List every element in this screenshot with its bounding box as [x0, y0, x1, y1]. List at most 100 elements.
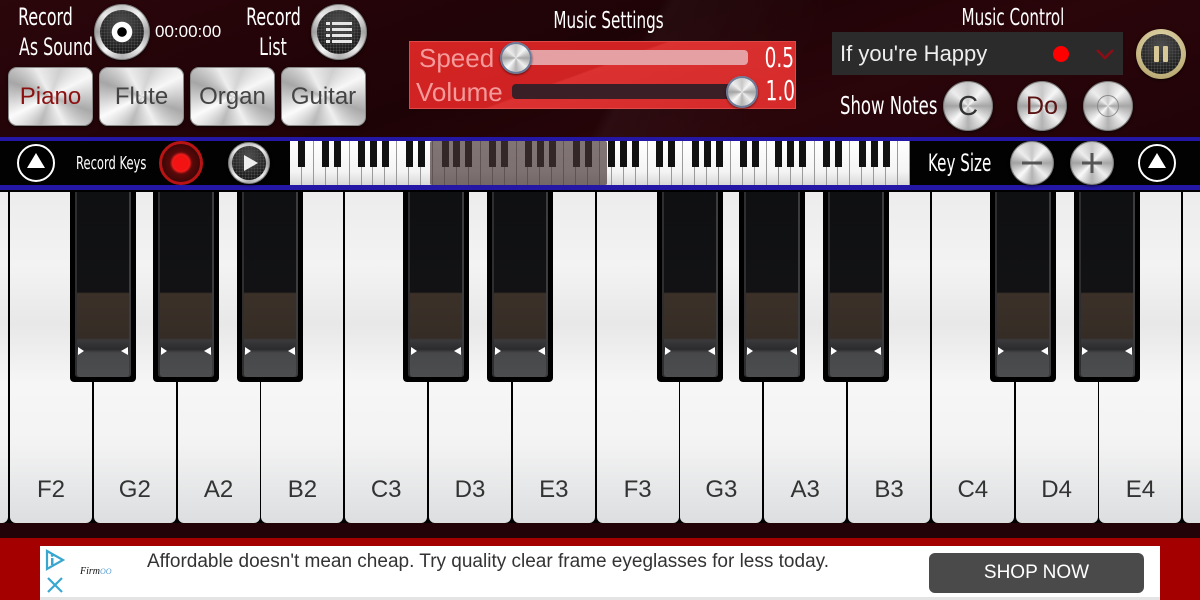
black-key[interactable] [739, 192, 806, 382]
mini-black-key [608, 141, 616, 167]
key-label: F2 [36, 476, 65, 503]
mini-black-key [739, 141, 747, 167]
record-icon [111, 21, 133, 43]
white-key[interactable] [0, 192, 9, 523]
instrument-flute-button[interactable]: Flute [99, 67, 184, 126]
key-label: A2 [203, 476, 234, 503]
key-label: A3 [790, 476, 820, 503]
instrument-piano-button[interactable]: Piano [8, 67, 93, 126]
show-notes-none-button[interactable] [1083, 81, 1133, 131]
black-key-face [828, 192, 885, 377]
mini-black-key [405, 141, 413, 167]
mini-black-key [322, 141, 330, 167]
music-settings-title: Music Settings [553, 8, 665, 34]
mini-black-key [787, 141, 795, 167]
minus-icon [1022, 161, 1042, 165]
collapse-up-button-right[interactable] [1138, 144, 1176, 182]
speed-slider-track[interactable] [512, 50, 748, 65]
key-label: G3 [705, 476, 738, 503]
volume-slider-track[interactable] [512, 84, 748, 99]
mini-black-key [620, 141, 628, 167]
mini-black-key [691, 141, 699, 167]
song-name: If you're Happy [840, 41, 988, 66]
mini-white-key [898, 141, 910, 185]
black-key[interactable] [487, 192, 553, 382]
shop-now-button[interactable]: SHOP NOW [929, 553, 1144, 593]
list-icon [326, 22, 352, 43]
black-key-face [408, 192, 465, 377]
black-key[interactable] [236, 192, 303, 382]
instrument-organ-button[interactable]: Organ [190, 67, 275, 126]
mini-keyboard-viewport[interactable] [429, 141, 608, 185]
mini-black-key [703, 141, 711, 167]
mini-black-key [381, 141, 389, 167]
empty-circle-icon [1097, 95, 1119, 117]
record-keys-button[interactable] [159, 141, 203, 185]
top-bar: Record As Sound 00:00:00 Record List Pia… [0, 0, 1200, 137]
mini-black-key [834, 141, 842, 167]
speed-value: 0.5 [764, 41, 794, 74]
mini-keyboard-navigator[interactable] [290, 141, 910, 185]
black-key[interactable] [823, 192, 890, 382]
mini-black-key [751, 141, 759, 167]
key-label: E3 [539, 476, 569, 503]
black-key[interactable] [70, 192, 136, 382]
instrument-guitar-button[interactable]: Guitar [281, 67, 366, 126]
mini-black-key [823, 141, 831, 167]
record-list-button[interactable] [311, 4, 367, 60]
volume-label: Volume [416, 77, 503, 107]
white-key[interactable] [1183, 192, 1200, 523]
ad-text[interactable]: Affordable doesn't mean cheap. Try quali… [147, 551, 847, 573]
collapse-up-button-left[interactable] [17, 144, 55, 182]
pause-button[interactable] [1136, 29, 1186, 79]
speed-slider-knob[interactable] [500, 42, 532, 74]
mini-black-key [668, 141, 676, 167]
key-label: C3 [370, 476, 402, 503]
volume-value: 1.0 [765, 74, 795, 107]
black-key[interactable] [403, 192, 470, 382]
volume-slider-knob[interactable] [726, 76, 758, 108]
mini-black-key [358, 141, 366, 167]
black-key-face [994, 192, 1051, 377]
triangle-up-icon [27, 153, 45, 168]
record-dot-icon [173, 155, 189, 171]
black-key-face [241, 192, 298, 377]
mini-black-key [858, 141, 866, 167]
key-size-decrease-button[interactable] [1010, 141, 1054, 185]
mini-black-key [882, 141, 890, 167]
black-key-face [1078, 192, 1135, 377]
key-label: G2 [118, 476, 151, 503]
key-label: C4 [957, 476, 989, 503]
record-timer: 00:00:00 [155, 22, 222, 41]
chevron-down-icon[interactable] [1095, 47, 1115, 61]
key-label: B2 [287, 476, 318, 503]
key-label: D3 [454, 476, 486, 503]
black-key[interactable] [152, 192, 219, 382]
play-recording-button[interactable] [228, 142, 270, 184]
mini-black-key [656, 141, 664, 167]
show-notes-do-button[interactable]: Do [1017, 81, 1067, 131]
black-key[interactable] [989, 192, 1056, 382]
pause-icon [1154, 46, 1168, 62]
black-key-face [75, 192, 131, 377]
mini-black-key [417, 141, 425, 167]
key-size-increase-button[interactable] [1070, 141, 1114, 185]
black-key-face [157, 192, 214, 377]
song-dropdown[interactable]: If you're Happy [832, 32, 1123, 75]
triangle-up-icon [1148, 153, 1166, 168]
piano-keyboard: F2 G2 A2 B2 C3 D3 E3 F3 G3 A3 B3 C4 D4 E4 [0, 190, 1200, 523]
key-label: F3 [623, 476, 652, 503]
black-key[interactable] [1073, 192, 1140, 382]
adchoices-icon[interactable] [45, 549, 65, 571]
mini-black-key [298, 141, 306, 167]
show-notes-c-button[interactable]: C [943, 81, 993, 131]
ad-content[interactable]: FirmOO Affordable doesn't mean cheap. Tr… [40, 546, 1160, 600]
black-key-face [492, 192, 548, 377]
close-ad-icon[interactable] [46, 576, 64, 594]
key-label: B3 [874, 476, 904, 503]
mini-black-key [799, 141, 807, 167]
status-dot [1053, 46, 1069, 62]
speed-label: Speed [419, 43, 495, 73]
black-key[interactable] [656, 192, 723, 382]
record-sound-button[interactable] [94, 4, 150, 60]
